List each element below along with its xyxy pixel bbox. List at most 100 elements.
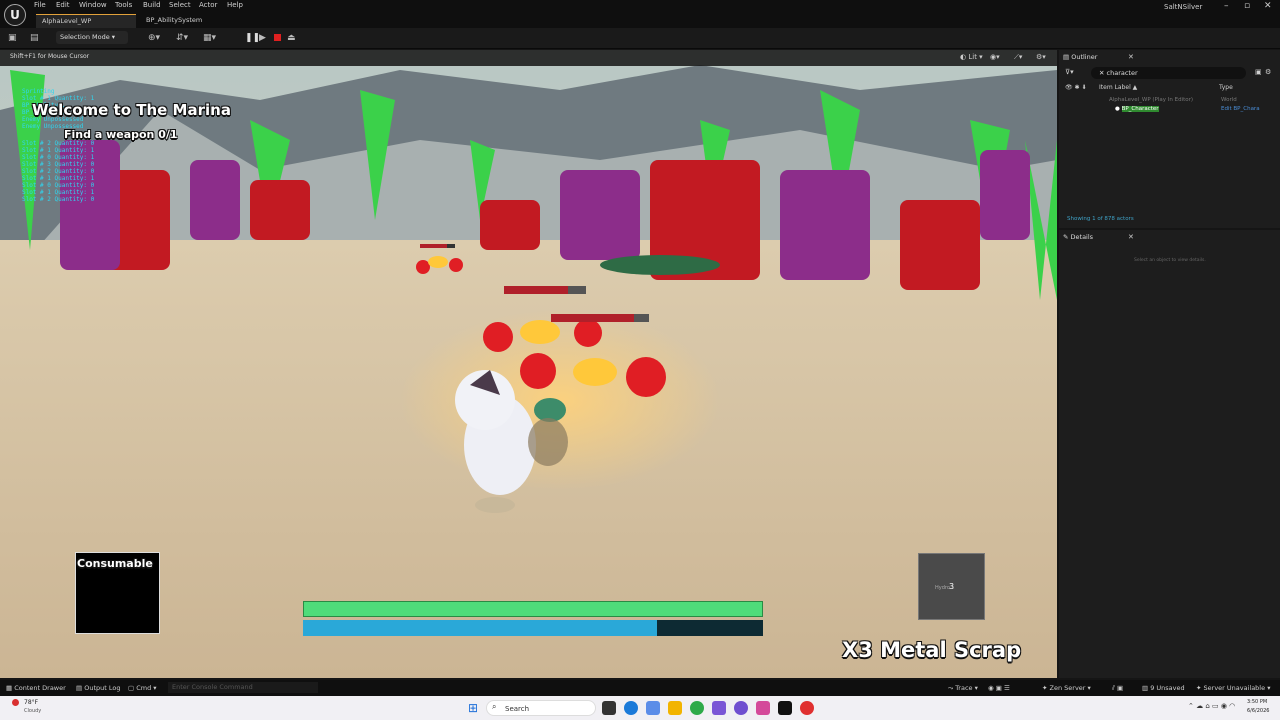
menu-edit[interactable]: Edit [56,1,70,9]
show-flags-icon[interactable]: ◉▾ [990,53,1000,61]
cmd-dropdown[interactable]: ▢ Cmd ▾ [128,684,157,692]
discord-icon[interactable] [756,701,770,715]
debug-line: Sprinting [22,88,55,95]
maximize-icon[interactable]: ▫ [1244,1,1250,11]
output-log-label: Output Log [84,684,121,692]
search-value: character [1106,69,1138,77]
menu-window[interactable]: Window [79,1,107,9]
zen-label: Zen Server [1049,684,1086,692]
item-slot[interactable]: Hydro... 3 [918,553,985,620]
debug-line: Slot # 1 Quantity: 1 [22,175,95,182]
debug-line: Slot # 0 Quantity: 1 [22,154,95,161]
menu-file[interactable]: File [34,1,46,9]
selection-mode-label: Selection Mode [60,33,110,41]
enemy-health-fill [420,244,448,248]
close-icon[interactable]: ✕ [1264,1,1272,11]
pause-icon[interactable]: ❚❚ [245,33,260,43]
add-folder-icon[interactable]: ▣ [1255,68,1262,76]
source-control-icon[interactable]: ⫽ ▣ [1112,684,1123,693]
edge-icon[interactable] [624,701,638,715]
close-details-icon[interactable]: ✕ [1128,233,1134,241]
column-type-header[interactable]: Type [1219,84,1233,91]
taskbar-search-input[interactable]: Search [486,700,596,716]
editor-status-bar: ▦ Content Drawer ▤ Output Log ▢ Cmd ▾ En… [0,680,1280,696]
tab-alphalevel[interactable]: AlphaLevel_WP [36,14,136,28]
output-log-button[interactable]: ▤ Output Log [76,684,120,692]
app-icon[interactable] [734,701,748,715]
enemy-health-bar [551,314,649,322]
filter-icon[interactable]: ⊽▾ [1065,68,1074,76]
menu-tools[interactable]: Tools [115,1,132,9]
selection-mode-dropdown[interactable]: Selection Mode ▾ [56,31,128,44]
record-icons[interactable]: ◉ ▣ ☰ [988,684,1010,692]
unreal-taskbar-icon[interactable] [778,701,792,715]
outliner-settings-icon[interactable]: ⚙ [1265,68,1271,76]
clock-date[interactable]: 6/6/2026 [1247,708,1269,714]
teams-icon[interactable] [712,701,726,715]
outliner-row-character[interactable]: ● BP_Character [1115,106,1159,112]
tab-bp-abilitysystem[interactable]: BP_AbilitySystem [140,14,236,27]
debug-line: Slot # 1 Quantity: 1 [22,147,95,154]
details-empty-message: Select an object to view details. [1134,258,1206,263]
chrome-icon[interactable] [690,701,704,715]
menu-actor[interactable]: Actor [199,1,217,9]
weather-icon [12,699,19,706]
debug-line: Slot # 0 Quantity: 0 [22,182,95,189]
viewport-toolbar [0,50,1057,66]
visibility-icon[interactable]: 👁 ✱ ⬇ [1065,84,1087,91]
row-type-link[interactable]: Edit BP_Chara [1221,106,1260,112]
menu-help[interactable]: Help [227,1,243,9]
windows-start-icon[interactable]: ⊞ [468,701,478,715]
zen-server-dropdown[interactable]: ✦ Zen Server ▾ [1042,684,1091,692]
content-icon[interactable]: ▤ [30,33,39,43]
details-tab[interactable]: ✎ Details [1063,233,1093,245]
column-label-header[interactable]: Item Label ▲ [1099,84,1137,91]
recorder-icon[interactable] [800,701,814,715]
close-outliner-icon[interactable]: ✕ [1128,53,1134,61]
system-tray-icons[interactable]: ⌃ ☁ ⌂ ▭ ◉ ◠ [1188,702,1235,710]
task-view-icon[interactable] [602,701,616,715]
menu-select[interactable]: Select [169,1,191,9]
outliner-search-input[interactable]: ✕ character [1091,67,1246,79]
menu-build[interactable]: Build [143,1,161,9]
stop-icon[interactable] [274,34,281,41]
console-input[interactable]: Enter Console Command [168,682,318,693]
main-toolbar [0,28,1280,49]
unreal-logo-icon[interactable]: U [4,4,26,26]
outliner-status: Showing 1 of 878 actors [1067,216,1134,222]
add-actor-icon[interactable]: ⊕▾ [148,33,160,43]
step-icon[interactable]: ▶ [259,33,266,43]
eject-icon[interactable]: ⏏ [287,33,296,43]
lit-label: Lit [968,53,977,61]
debug-line: Slot # 3 Quantity: 0 [22,161,95,168]
clock-time[interactable]: 3:50 PM [1247,699,1267,705]
game-viewport[interactable]: Shift+F1 for Mouse Cursor ◐ Lit ▾ ◉▾ ⟋▾ … [0,50,1057,678]
enemy-health-bar [504,286,586,294]
mana-bar [303,620,763,636]
weather-temp[interactable]: 78°F [24,699,38,706]
server-status[interactable]: ✦ Server Unavailable ▾ [1196,684,1270,692]
content-drawer-button[interactable]: ▦ Content Drawer [6,684,66,692]
blueprint-icon[interactable]: ⇵▾ [176,33,188,43]
menu-bar: U File Edit Window Tools Build Select Ac… [0,0,1280,28]
consumable-slot[interactable]: Consumable [75,552,160,634]
settings-gear-icon[interactable]: ⚙▾ [1036,53,1046,61]
unsaved-button[interactable]: ▥ 9 Unsaved [1142,684,1185,692]
file-explorer-icon[interactable] [668,701,682,715]
minimize-icon[interactable]: – [1224,1,1229,11]
outliner-title: Outliner [1071,53,1098,61]
debug-line: Slot # 2 Quantity: 0 [22,196,95,203]
realtime-icon[interactable]: ⟋▾ [1014,53,1022,62]
save-icon[interactable]: ▣ [8,33,17,43]
cinematics-icon[interactable]: ▦▾ [203,33,216,43]
outliner-tab[interactable]: ▤ Outliner [1063,53,1097,65]
search-label: Search [505,705,530,713]
trace-dropdown[interactable]: ⤳ Trace ▾ [948,684,978,693]
quest-objective: Find a weapon 0/1 [64,128,178,141]
debug-line: Slot # 1 Quantity: 1 [22,189,95,196]
store-icon[interactable] [646,701,660,715]
unsaved-label: 9 Unsaved [1150,684,1185,692]
lit-mode-dropdown[interactable]: ◐ Lit ▾ [960,53,983,61]
outliner-row-world[interactable]: AlphaLevel_WP (Play In Editor) [1109,97,1193,103]
enemy-health-fill [504,286,568,294]
